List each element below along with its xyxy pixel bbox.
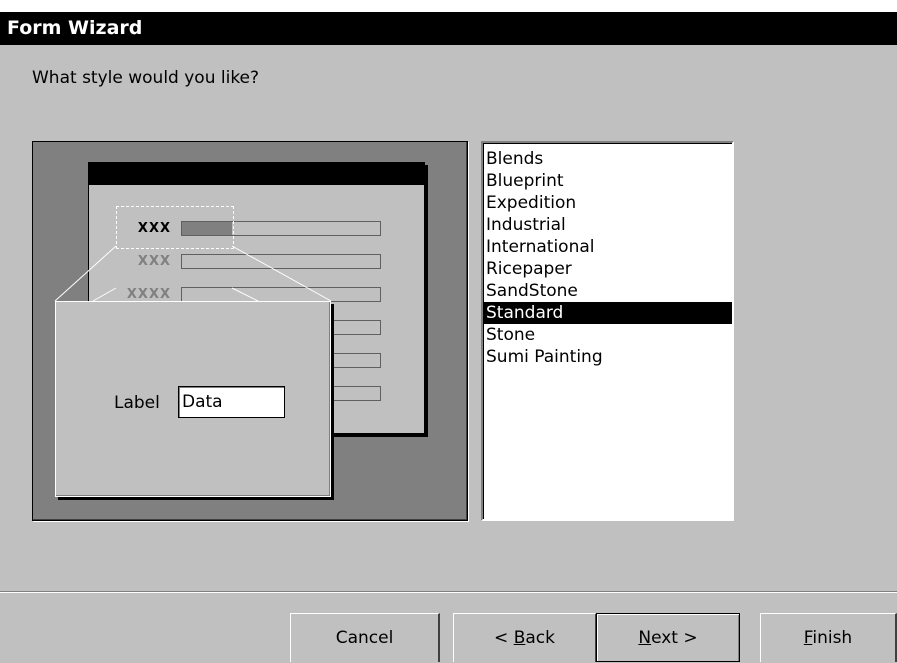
back-button[interactable]: < Back [453,613,597,662]
style-list-item[interactable]: Stone [483,324,732,346]
style-list-item[interactable]: Blends [483,148,732,170]
style-list-item[interactable]: Industrial [483,214,732,236]
style-list-item[interactable]: Standard [483,302,732,324]
style-list-item[interactable]: SandStone [483,280,732,302]
cancel-button[interactable]: Cancel [290,613,440,662]
style-list-item[interactable]: Ricepaper [483,258,732,280]
style-preview: XXX XXX XXXX Label Data [32,141,468,521]
style-list-item[interactable]: Blueprint [483,170,732,192]
style-list-item[interactable]: Sumi Painting [483,346,732,368]
window-title: Form Wizard [7,17,143,39]
title-bar[interactable]: Form Wizard [0,12,897,45]
finish-button[interactable]: Finish [760,613,897,662]
separator [0,591,897,593]
wizard-prompt: What style would you like? [32,68,260,88]
top-border [0,0,897,12]
style-listbox[interactable]: Blends Blueprint Expedition Industrial Inter… [481,141,734,521]
preview-zoom-data: Data [178,386,285,418]
style-list-item[interactable]: Expedition [483,192,732,214]
preview-zoom-label: Label [114,393,160,413]
preview-zoom-box: Label Data [55,301,331,497]
next-button[interactable]: Next > [596,613,740,662]
style-list-item[interactable]: International [483,236,732,258]
